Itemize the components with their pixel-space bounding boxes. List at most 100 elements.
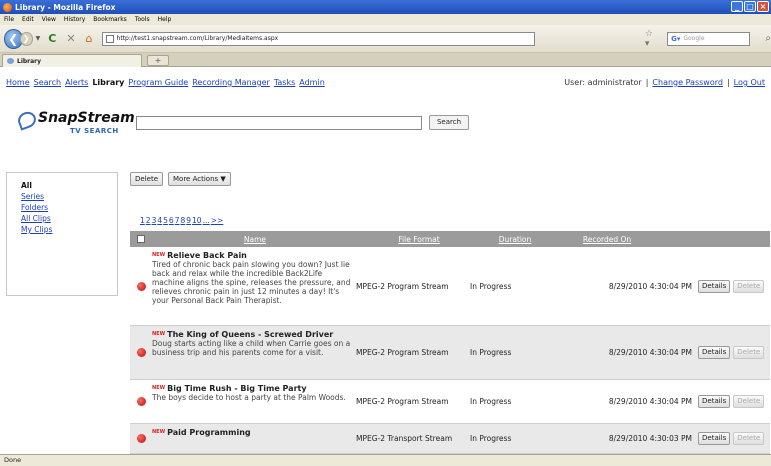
table-row[interactable]: NEW The King of Queens - Screwed Driver D… (130, 326, 770, 380)
nav-tasks[interactable]: Tasks (274, 78, 295, 87)
page-next-link[interactable]: >> (211, 216, 224, 225)
search-button[interactable]: Search (429, 115, 469, 130)
filter-series[interactable]: Series (21, 191, 103, 202)
filter-folders[interactable]: Folders (21, 202, 103, 213)
table-row[interactable]: NEW Relieve Back Pain Tired of chronic ba… (130, 247, 770, 326)
change-password-link[interactable]: Change Password (652, 78, 723, 87)
select-all-checkbox[interactable] (137, 235, 145, 243)
menu-help[interactable]: Help (158, 16, 172, 23)
filter-all-clips[interactable]: All Clips (21, 213, 103, 224)
user-label: User: administrator (564, 78, 642, 87)
page-link[interactable]: 4 (157, 216, 162, 225)
new-badge: NEW (152, 331, 166, 337)
page-link[interactable]: 8 (180, 216, 185, 225)
site-icon (105, 34, 114, 43)
bookmark-star-icon[interactable]: ☆ ▾ (645, 29, 659, 49)
address-bar[interactable]: http://test1.snapstream.com/Library/Medi… (101, 31, 535, 46)
row-delete-button[interactable]: Delete (733, 432, 765, 445)
menu-history[interactable]: History (64, 16, 85, 23)
reload-icon[interactable]: C (48, 32, 56, 45)
page-link[interactable]: 2 (146, 216, 151, 225)
recording-status-icon (136, 434, 146, 443)
nav-search[interactable]: Search (34, 78, 61, 87)
nav-library-active[interactable]: Library (92, 78, 124, 87)
row-delete-button[interactable]: Delete (733, 346, 765, 359)
details-button[interactable]: Details (698, 346, 731, 359)
row-duration: In Progress (470, 281, 512, 291)
details-button[interactable]: Details (698, 432, 731, 445)
row-description: Doug starts acting like a child when Car… (152, 339, 351, 357)
row-delete-button[interactable]: Delete (733, 279, 765, 293)
row-title[interactable]: Paid Programming (167, 428, 251, 437)
user-bar: User: administrator | Change Password | … (564, 78, 765, 87)
search-input[interactable] (136, 116, 422, 130)
status-bar: Done (0, 454, 771, 466)
page-link[interactable]: 5 (163, 216, 168, 225)
new-tab-button[interactable]: + (147, 55, 169, 66)
google-icon[interactable]: G▾ (671, 35, 680, 43)
menu-tools[interactable]: Tools (135, 16, 150, 23)
filter-all[interactable]: All (21, 180, 103, 191)
row-delete-button[interactable]: Delete (733, 395, 765, 408)
page-content: Home Search Alerts Library Program Guide… (0, 68, 771, 454)
page-ellipsis-link[interactable]: ... (203, 216, 210, 225)
new-badge: NEW (152, 252, 166, 258)
top-navigation: Home Search Alerts Library Program Guide… (6, 78, 325, 87)
more-actions-button[interactable]: More Actions ▼ (168, 172, 231, 186)
menu-edit[interactable]: Edit (22, 16, 34, 23)
filter-my-clips[interactable]: My Clips (21, 224, 103, 235)
home-icon[interactable]: ⌂ (86, 32, 93, 45)
maximize-button[interactable]: □ (744, 1, 756, 12)
page-link[interactable]: 10 (192, 216, 202, 225)
table-row[interactable]: NEW Paid Programming MPEG-2 Transport Str… (130, 424, 770, 454)
table-row[interactable]: NEW Big Time Rush - Big Time Party The bo… (130, 380, 770, 424)
page-link[interactable]: 6 (169, 216, 174, 225)
row-title[interactable]: Relieve Back Pain (167, 251, 247, 260)
header-file-format[interactable]: File Format (360, 235, 478, 244)
row-format: MPEG-2 Program Stream (356, 397, 449, 406)
stop-icon[interactable]: ✕ (66, 32, 75, 45)
page-link[interactable]: 1 (140, 216, 145, 225)
row-recorded-on: 8/29/2010 4:30:04 PM (608, 348, 692, 357)
page-link[interactable]: 3 (152, 216, 157, 225)
window-title: Library - Mozilla Firefox (15, 2, 116, 12)
search-go-icon[interactable]: ⌕ (765, 33, 771, 44)
page-link[interactable]: 7 (175, 216, 180, 225)
header-recorded-on[interactable]: Recorded On (552, 235, 662, 244)
nav-program-guide[interactable]: Program Guide (128, 78, 188, 87)
nav-alerts[interactable]: Alerts (65, 78, 88, 87)
logo-subtitle: TV SEARCH (70, 127, 119, 135)
new-badge: NEW (152, 429, 166, 435)
details-button[interactable]: Details (698, 279, 731, 293)
row-name-cell: NEW The King of Queens - Screwed Driver D… (152, 326, 352, 379)
menu-view[interactable]: View (42, 16, 56, 23)
row-recorded-on: 8/29/2010 4:30:04 PM (608, 397, 692, 406)
row-title[interactable]: The King of Queens - Screwed Driver (167, 330, 333, 339)
minimize-button[interactable]: _ (731, 1, 743, 12)
row-title[interactable]: Big Time Rush - Big Time Party (167, 384, 306, 393)
page-link[interactable]: 9 (186, 216, 191, 225)
row-recorded-on: 8/29/2010 4:30:03 PM (608, 434, 692, 443)
logout-link[interactable]: Log Out (734, 78, 765, 87)
menu-bookmarks[interactable]: Bookmarks (93, 16, 127, 23)
tab-library[interactable]: Library (2, 54, 142, 67)
close-button[interactable]: × (757, 1, 769, 12)
snapstream-logo[interactable]: SnapStream TV SEARCH (15, 109, 138, 144)
details-button[interactable]: Details (698, 395, 731, 408)
nav-admin[interactable]: Admin (299, 78, 325, 87)
tab-title: Library (17, 57, 42, 65)
row-name-cell: NEW Relieve Back Pain Tired of chronic ba… (152, 247, 352, 325)
web-search-placeholder: Google (683, 35, 705, 42)
url-text: http://test1.snapstream.com/Library/Medi… (116, 35, 279, 42)
header-duration[interactable]: Duration (478, 235, 552, 244)
web-search-field[interactable]: G▾ Google (667, 31, 751, 46)
nav-recording-manager[interactable]: Recording Manager (192, 78, 270, 87)
history-dropdown-icon[interactable]: ▼ (36, 35, 41, 42)
nav-home[interactable]: Home (6, 78, 30, 87)
window-controls: _ □ × (731, 1, 769, 12)
header-name[interactable]: Name (150, 235, 360, 244)
forward-button[interactable]: ❯ (19, 31, 33, 46)
delete-button[interactable]: Delete (130, 172, 163, 186)
menu-file[interactable]: File (4, 16, 14, 23)
recording-status-icon (136, 281, 146, 291)
